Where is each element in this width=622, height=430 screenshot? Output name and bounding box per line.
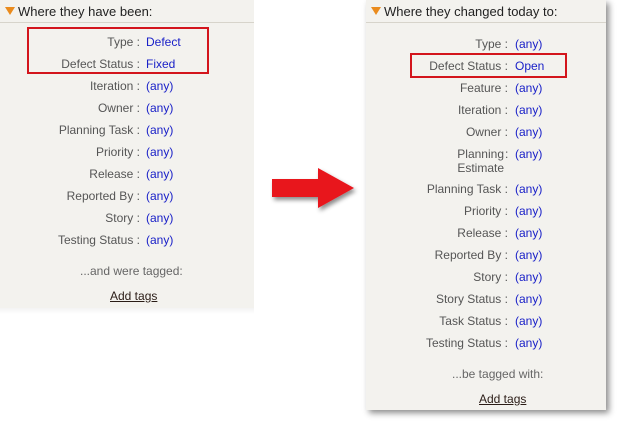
filter-row-task-status: Task Status : (any) <box>366 312 606 330</box>
filter-value-link[interactable]: (any) <box>515 202 542 220</box>
filter-value-link[interactable]: (any) <box>146 187 173 205</box>
filter-label: Reported By : <box>434 248 508 262</box>
filter-value-link[interactable]: (any) <box>146 143 173 161</box>
filter-row-priority: Priority : (any) <box>366 202 606 220</box>
filter-label: Defect Status : <box>61 57 140 71</box>
filter-value-link[interactable]: Defect <box>146 33 181 51</box>
collapse-triangle-icon[interactable] <box>5 7 15 15</box>
collapse-triangle-icon[interactable] <box>371 7 381 15</box>
filter-label: Testing Status : <box>425 336 508 350</box>
filter-value-link[interactable]: Fixed <box>146 55 175 73</box>
filter-label: Story : <box>105 211 140 225</box>
filter-value-link[interactable]: (any) <box>515 145 542 163</box>
filter-value-link[interactable]: (any) <box>515 224 542 242</box>
filter-row-story-status: Story Status : (any) <box>366 290 606 308</box>
filter-label: Type : <box>107 35 140 49</box>
tagged-caption: ...and were tagged: <box>80 264 183 278</box>
filter-value-link[interactable]: (any) <box>515 334 542 352</box>
filter-label: Release : <box>89 167 140 181</box>
tagged-caption: ...be tagged with: <box>452 367 544 381</box>
filter-value-link[interactable]: (any) <box>515 290 542 308</box>
filter-label: Feature : <box>459 81 508 95</box>
filter-value-link[interactable]: (any) <box>146 231 173 249</box>
filter-row-planning-estimate: Planning Estimate : (any) <box>366 145 606 179</box>
filter-label: Estimate <box>457 161 504 175</box>
filter-row-testing-status: Testing Status : (any) <box>0 231 254 249</box>
panel-title: Where they changed today to: <box>384 4 558 19</box>
filter-row-owner: Owner : (any) <box>366 123 606 141</box>
filter-value-link[interactable]: Open <box>515 57 544 75</box>
filter-row-defect-status: Defect Status : Fixed <box>0 55 254 73</box>
filter-value-link[interactable]: (any) <box>515 35 542 53</box>
filter-label: Task Status : <box>439 314 508 328</box>
filter-value-link[interactable]: (any) <box>146 121 173 139</box>
filter-label-separator: : <box>505 147 509 161</box>
filter-row-reported-by: Reported By : (any) <box>0 187 254 205</box>
filter-row-type: Type : (any) <box>366 35 606 53</box>
screenshot-stage: Where they have been: Type : Defect Defe… <box>0 0 622 430</box>
filter-label: Type : <box>475 37 508 51</box>
filter-row-testing-status: Testing Status : (any) <box>366 334 606 352</box>
filter-row-story: Story : (any) <box>366 268 606 286</box>
filter-row-planning-task: Planning Task : (any) <box>0 121 254 139</box>
filter-value-link[interactable]: (any) <box>146 209 173 227</box>
filter-value-link[interactable]: (any) <box>146 165 173 183</box>
filter-value-link[interactable]: (any) <box>515 101 542 119</box>
filter-label: Release : <box>457 226 508 240</box>
filter-label: Owner : <box>465 125 508 139</box>
filter-row-feature: Feature : (any) <box>366 79 606 97</box>
panel-shadow <box>0 308 254 314</box>
filter-value-link[interactable]: (any) <box>515 246 542 264</box>
add-tags-link[interactable]: Add tags <box>110 289 157 303</box>
filter-label: Priority : <box>95 145 140 159</box>
filter-row-type: Type : Defect <box>0 33 254 51</box>
panel-title: Where they have been: <box>18 4 153 19</box>
filter-value-link[interactable]: (any) <box>515 312 542 330</box>
filter-row-priority: Priority : (any) <box>0 143 254 161</box>
add-tags-link[interactable]: Add tags <box>479 392 526 406</box>
right-arrow-icon <box>270 166 360 216</box>
filter-value-link[interactable]: (any) <box>146 77 173 95</box>
where-they-have-been-panel: Where they have been: Type : Defect Defe… <box>0 0 254 308</box>
filter-label: Defect Status : <box>429 59 508 73</box>
filter-row-story: Story : (any) <box>0 209 254 227</box>
filter-label: Story : <box>473 270 508 284</box>
filter-row-owner: Owner : (any) <box>0 99 254 117</box>
filter-label: Owner : <box>97 101 140 115</box>
filter-label: Reported By : <box>66 189 140 203</box>
filter-label: Iteration : <box>89 79 140 93</box>
filter-row-reported-by: Reported By : (any) <box>366 246 606 264</box>
filter-value-link[interactable]: (any) <box>515 180 542 198</box>
filter-label: Planning Task : <box>426 182 508 196</box>
filter-row-release: Release : (any) <box>0 165 254 183</box>
filter-row-iteration: Iteration : (any) <box>0 77 254 95</box>
filter-value-link[interactable]: (any) <box>146 99 173 117</box>
filter-label: Planning Task : <box>58 123 140 137</box>
where-they-changed-today-panel: Where they changed today to: Type : (any… <box>366 0 606 410</box>
filter-row-iteration: Iteration : (any) <box>366 101 606 119</box>
filter-label: Story Status : <box>435 292 508 306</box>
filter-label: Priority : <box>463 204 508 218</box>
filter-value-link[interactable]: (any) <box>515 268 542 286</box>
filter-row-defect-status: Defect Status : Open <box>366 57 606 75</box>
panel-header[interactable]: Where they have been: <box>0 0 254 23</box>
filter-row-planning-task: Planning Task : (any) <box>366 180 606 198</box>
filter-label: Testing Status : <box>57 233 140 247</box>
filter-row-release: Release : (any) <box>366 224 606 242</box>
panel-header[interactable]: Where they changed today to: <box>366 0 606 23</box>
filter-value-link[interactable]: (any) <box>515 123 542 141</box>
filter-label: Iteration : <box>457 103 508 117</box>
filter-value-link[interactable]: (any) <box>515 79 542 97</box>
